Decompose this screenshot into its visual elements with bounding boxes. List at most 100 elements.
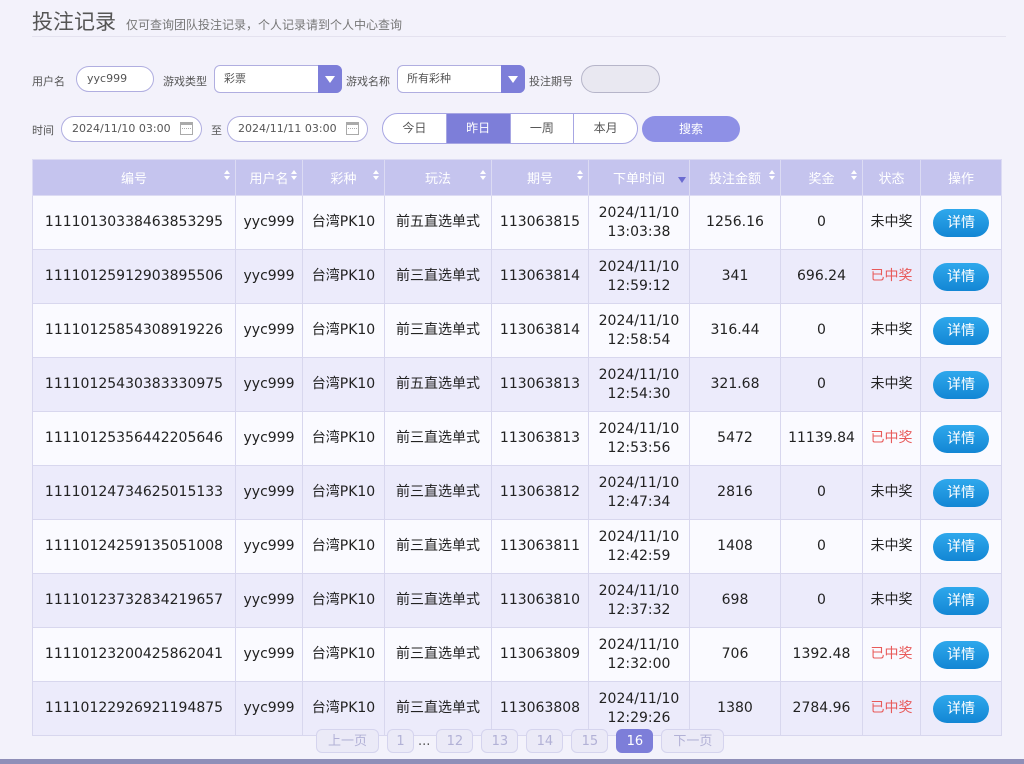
cell-status: 已中奖 — [862, 627, 921, 682]
table-body: 11110130338463853295 yyc999 台湾PK10 前五直选单式 11… — [32, 195, 1002, 736]
cell-action: 详情 — [920, 681, 1002, 736]
cell-lottery: 台湾PK10 — [302, 465, 385, 520]
cell-order-time: 2024/11/10 12:58:54 — [588, 303, 690, 358]
cell-prize: 1392.48 — [780, 627, 863, 682]
cell-id: 11110124734625015133 — [32, 465, 236, 520]
detail-button[interactable]: 详情 — [933, 370, 989, 399]
game-name-select[interactable]: 所有彩种 — [397, 65, 525, 93]
cell-id: 11110130338463853295 — [32, 195, 236, 250]
end-time-value: 2024/11/11 03:00 — [238, 122, 337, 135]
cell-status: 已中奖 — [862, 411, 921, 466]
col-header-period[interactable]: 期号 — [491, 159, 589, 196]
sort-icon — [851, 170, 857, 180]
cell-id: 11110125854308919226 — [32, 303, 236, 358]
cell-order-time: 2024/11/10 13:03:38 — [588, 195, 690, 250]
search-button[interactable]: 搜索 — [642, 116, 740, 142]
cell-lottery: 台湾PK10 — [302, 519, 385, 574]
table-row: 11110125912903895506 yyc999 台湾PK10 前三直选单式 11… — [32, 249, 1002, 304]
cell-play: 前三直选单式 — [384, 249, 492, 304]
cell-order-time: 2024/11/10 12:54:30 — [588, 357, 690, 412]
cell-amount: 1380 — [689, 681, 781, 736]
username-input[interactable]: yyc999 — [76, 66, 154, 92]
cell-user: yyc999 — [235, 195, 303, 250]
cell-id: 11110123200425862041 — [32, 627, 236, 682]
table-row: 11110124259135051008 yyc999 台湾PK10 前三直选单式 11… — [32, 519, 1002, 574]
cell-action: 详情 — [920, 627, 1002, 682]
cell-order-time: 2024/11/10 12:42:59 — [588, 519, 690, 574]
cell-play: 前三直选单式 — [384, 681, 492, 736]
bet-records-table: 编号 用户名 彩种 玩法 期号 下单时间 投注金额 奖金 状态 操作 11110… — [32, 159, 1002, 736]
prev-page-button[interactable]: 上一页 — [316, 729, 379, 753]
game-name-label: 游戏名称 — [346, 75, 390, 88]
col-header-lottery[interactable]: 彩种 — [302, 159, 385, 196]
page-button-14[interactable]: 14 — [526, 729, 564, 753]
cell-lottery: 台湾PK10 — [302, 573, 385, 628]
end-time-input[interactable]: 2024/11/11 03:00 — [227, 116, 368, 142]
page-button-15[interactable]: 15 — [571, 729, 609, 753]
divider — [32, 36, 1006, 37]
cell-action: 详情 — [920, 195, 1002, 250]
period-label: 投注期号 — [529, 75, 573, 88]
detail-button[interactable]: 详情 — [933, 424, 989, 453]
page-button-16[interactable]: 16 — [616, 729, 654, 753]
game-type-label: 游戏类型 — [163, 75, 207, 88]
range-month-button[interactable]: 本月 — [574, 114, 637, 143]
cell-action: 详情 — [920, 357, 1002, 412]
cell-play: 前三直选单式 — [384, 519, 492, 574]
next-page-button[interactable]: 下一页 — [661, 729, 725, 753]
col-header-prize[interactable]: 奖金 — [780, 159, 863, 196]
to-label: 至 — [211, 124, 222, 137]
calendar-icon — [180, 122, 193, 135]
cell-play: 前三直选单式 — [384, 573, 492, 628]
chevron-down-icon — [318, 65, 342, 93]
table-row: 11110123732834219657 yyc999 台湾PK10 前三直选单式 11… — [32, 573, 1002, 628]
page-subtitle: 仅可查询团队投注记录，个人记录请到个人中心查询 — [126, 18, 403, 32]
cell-action: 详情 — [920, 303, 1002, 358]
cell-prize: 0 — [780, 519, 863, 574]
cell-prize: 696.24 — [780, 249, 863, 304]
detail-button[interactable]: 详情 — [933, 532, 989, 561]
sort-icon — [373, 170, 379, 180]
col-header-amount[interactable]: 投注金额 — [689, 159, 781, 196]
range-yesterday-button[interactable]: 昨日 — [446, 114, 511, 143]
range-week-button[interactable]: 一周 — [511, 114, 575, 143]
cell-amount: 1256.16 — [689, 195, 781, 250]
page-button-13[interactable]: 13 — [481, 729, 519, 753]
page-button-12[interactable]: 12 — [436, 729, 474, 753]
col-header-id[interactable]: 编号 — [32, 159, 236, 196]
detail-button[interactable]: 详情 — [933, 316, 989, 345]
detail-button[interactable]: 详情 — [933, 478, 989, 507]
cell-period: 113063810 — [491, 573, 589, 628]
range-today-button[interactable]: 今日 — [383, 114, 447, 143]
cell-order-time: 2024/11/10 12:59:12 — [588, 249, 690, 304]
col-header-status: 状态 — [862, 159, 921, 196]
cell-amount: 1408 — [689, 519, 781, 574]
detail-button[interactable]: 详情 — [933, 586, 989, 615]
cell-id: 11110123732834219657 — [32, 573, 236, 628]
cell-lottery: 台湾PK10 — [302, 627, 385, 682]
detail-button[interactable]: 详情 — [933, 262, 989, 291]
detail-button[interactable]: 详情 — [933, 640, 989, 669]
table-row: 11110123200425862041 yyc999 台湾PK10 前三直选单式 11… — [32, 627, 1002, 682]
page-button-1[interactable]: 1 — [387, 729, 414, 753]
game-type-select[interactable]: 彩票 — [214, 65, 342, 93]
cell-id: 11110124259135051008 — [32, 519, 236, 574]
game-name-value: 所有彩种 — [407, 72, 451, 85]
col-header-order-time[interactable]: 下单时间 — [588, 159, 690, 196]
cell-play: 前三直选单式 — [384, 303, 492, 358]
col-header-user[interactable]: 用户名 — [235, 159, 303, 196]
cell-amount: 321.68 — [689, 357, 781, 412]
chevron-down-icon — [501, 65, 525, 93]
cell-lottery: 台湾PK10 — [302, 303, 385, 358]
table-row: 11110125430383330975 yyc999 台湾PK10 前五直选单式 11… — [32, 357, 1002, 412]
detail-button[interactable]: 详情 — [933, 694, 989, 723]
start-time-input[interactable]: 2024/11/10 03:00 — [61, 116, 202, 142]
table-header-row: 编号 用户名 彩种 玩法 期号 下单时间 投注金额 奖金 状态 操作 — [32, 159, 1002, 196]
cell-amount: 2816 — [689, 465, 781, 520]
period-input[interactable] — [581, 65, 660, 93]
detail-button[interactable]: 详情 — [933, 208, 989, 237]
cell-id: 11110125430383330975 — [32, 357, 236, 412]
cell-action: 详情 — [920, 249, 1002, 304]
cell-period: 113063815 — [491, 195, 589, 250]
col-header-play[interactable]: 玩法 — [384, 159, 492, 196]
